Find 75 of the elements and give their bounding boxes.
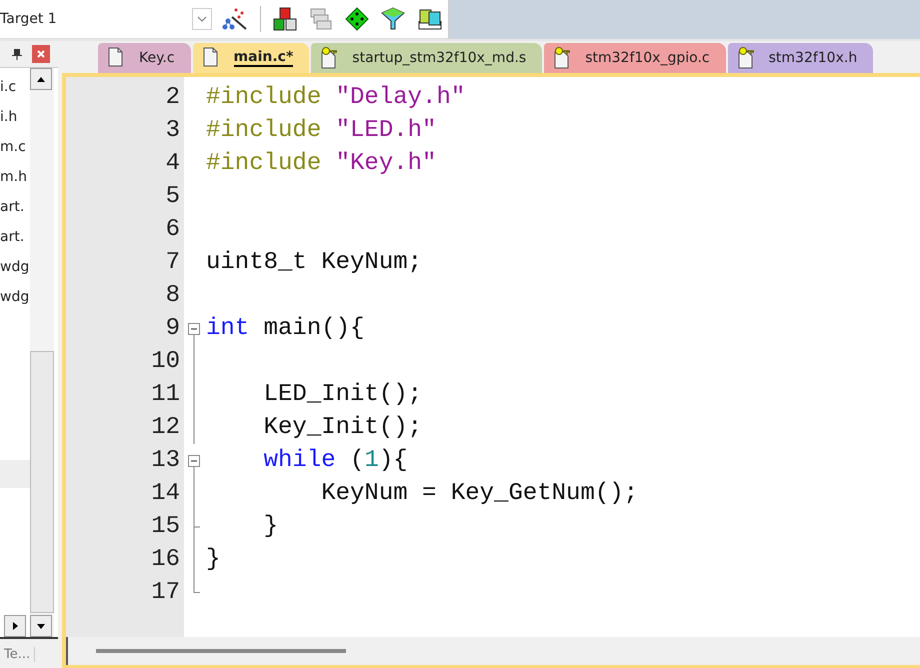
right-arrow-icon [12, 622, 18, 630]
key-document-icon [554, 47, 572, 69]
scroll-down-button[interactable] [30, 615, 52, 637]
fold-end-icon [193, 576, 200, 593]
editor-tab[interactable]: stm32f10x_gpio.c [544, 43, 726, 73]
scrollbar-thumb[interactable] [96, 649, 346, 653]
code-line: uint8_t KeyNum; [206, 249, 422, 276]
vertical-scrollbar[interactable] [30, 68, 54, 637]
pin-icon[interactable] [12, 48, 22, 60]
fold-line-icon [193, 477, 195, 510]
close-button[interactable] [32, 45, 50, 63]
row-highlight [0, 460, 30, 488]
file-item[interactable]: m.c [0, 132, 26, 162]
panel-tab[interactable]: Te... [0, 646, 36, 662]
line-number: 12 [150, 414, 180, 441]
editor-tab[interactable]: stm32f10x.h [728, 43, 874, 73]
file-item[interactable]: wdg [0, 252, 30, 282]
line-number: 5 [164, 183, 180, 210]
chevron-down-icon [197, 16, 207, 22]
line-number: 16 [150, 546, 180, 573]
code-line: Key_Init(); [262, 414, 422, 441]
scroll-right-button[interactable] [4, 615, 26, 637]
fold-end-icon [193, 510, 200, 543]
scroll-up-button[interactable] [30, 68, 52, 90]
dice-icon[interactable] [417, 7, 443, 31]
document-icon [108, 47, 125, 69]
funnel-icon[interactable] [381, 7, 405, 31]
fold-toggle-icon[interactable] [188, 455, 200, 477]
code-line: } [262, 513, 278, 540]
diamond-icon[interactable] [345, 7, 369, 31]
target-label: Target 1 [0, 11, 58, 27]
line-number: 7 [164, 249, 180, 276]
line-number: 4 [164, 150, 180, 177]
line-number: 9 [164, 315, 180, 342]
file-item[interactable]: i.c [0, 72, 16, 102]
scrollbar-thumb[interactable] [30, 350, 54, 613]
editor-tab[interactable]: main.c* [192, 43, 310, 73]
fold-line-icon [193, 543, 195, 576]
code-line: #include "Key.h" [206, 150, 436, 177]
code-line: while (1){ [262, 447, 408, 474]
line-number: 14 [150, 480, 180, 507]
code-line: KeyNum = Key_GetNum(); [320, 480, 638, 507]
code-line: #include "LED.h" [206, 117, 436, 144]
key-document-icon [321, 47, 338, 69]
line-number: 17 [150, 579, 180, 606]
editor-tab[interactable]: Key.c [98, 43, 191, 73]
line-number: 2 [164, 84, 180, 111]
close-icon [37, 50, 45, 58]
line-number: 8 [164, 282, 180, 309]
file-item[interactable]: m.h [0, 162, 27, 192]
dropdown-button[interactable] [192, 8, 212, 30]
magic-wand-icon[interactable] [222, 7, 248, 31]
up-arrow-icon [37, 76, 45, 82]
code-line: } [206, 546, 220, 573]
editor-tab[interactable]: startup_stm32f10x_md.s [311, 43, 542, 73]
line-number: 11 [150, 381, 180, 408]
code-line: int main(){ [206, 315, 364, 342]
file-item[interactable]: art. [0, 192, 24, 222]
line-number: 15 [150, 513, 180, 540]
line-number: 13 [150, 447, 180, 474]
file-item[interactable]: wdg [0, 282, 30, 312]
line-number: 3 [164, 117, 180, 144]
line-number: 6 [164, 216, 180, 243]
file-item[interactable]: i.h [0, 102, 18, 132]
blocks-icon[interactable] [273, 7, 297, 31]
code-line: LED_Init(); [262, 381, 422, 408]
down-arrow-icon [37, 624, 45, 628]
windows-icon[interactable] [309, 7, 333, 31]
key-document-icon [738, 47, 755, 69]
horizontal-scrollbar[interactable] [66, 637, 920, 665]
line-number: 10 [150, 348, 180, 375]
code-line: #include "Delay.h" [206, 84, 466, 111]
file-item[interactable]: art. [0, 222, 24, 252]
document-icon [202, 47, 220, 69]
fold-toggle-icon[interactable] [188, 323, 200, 345]
